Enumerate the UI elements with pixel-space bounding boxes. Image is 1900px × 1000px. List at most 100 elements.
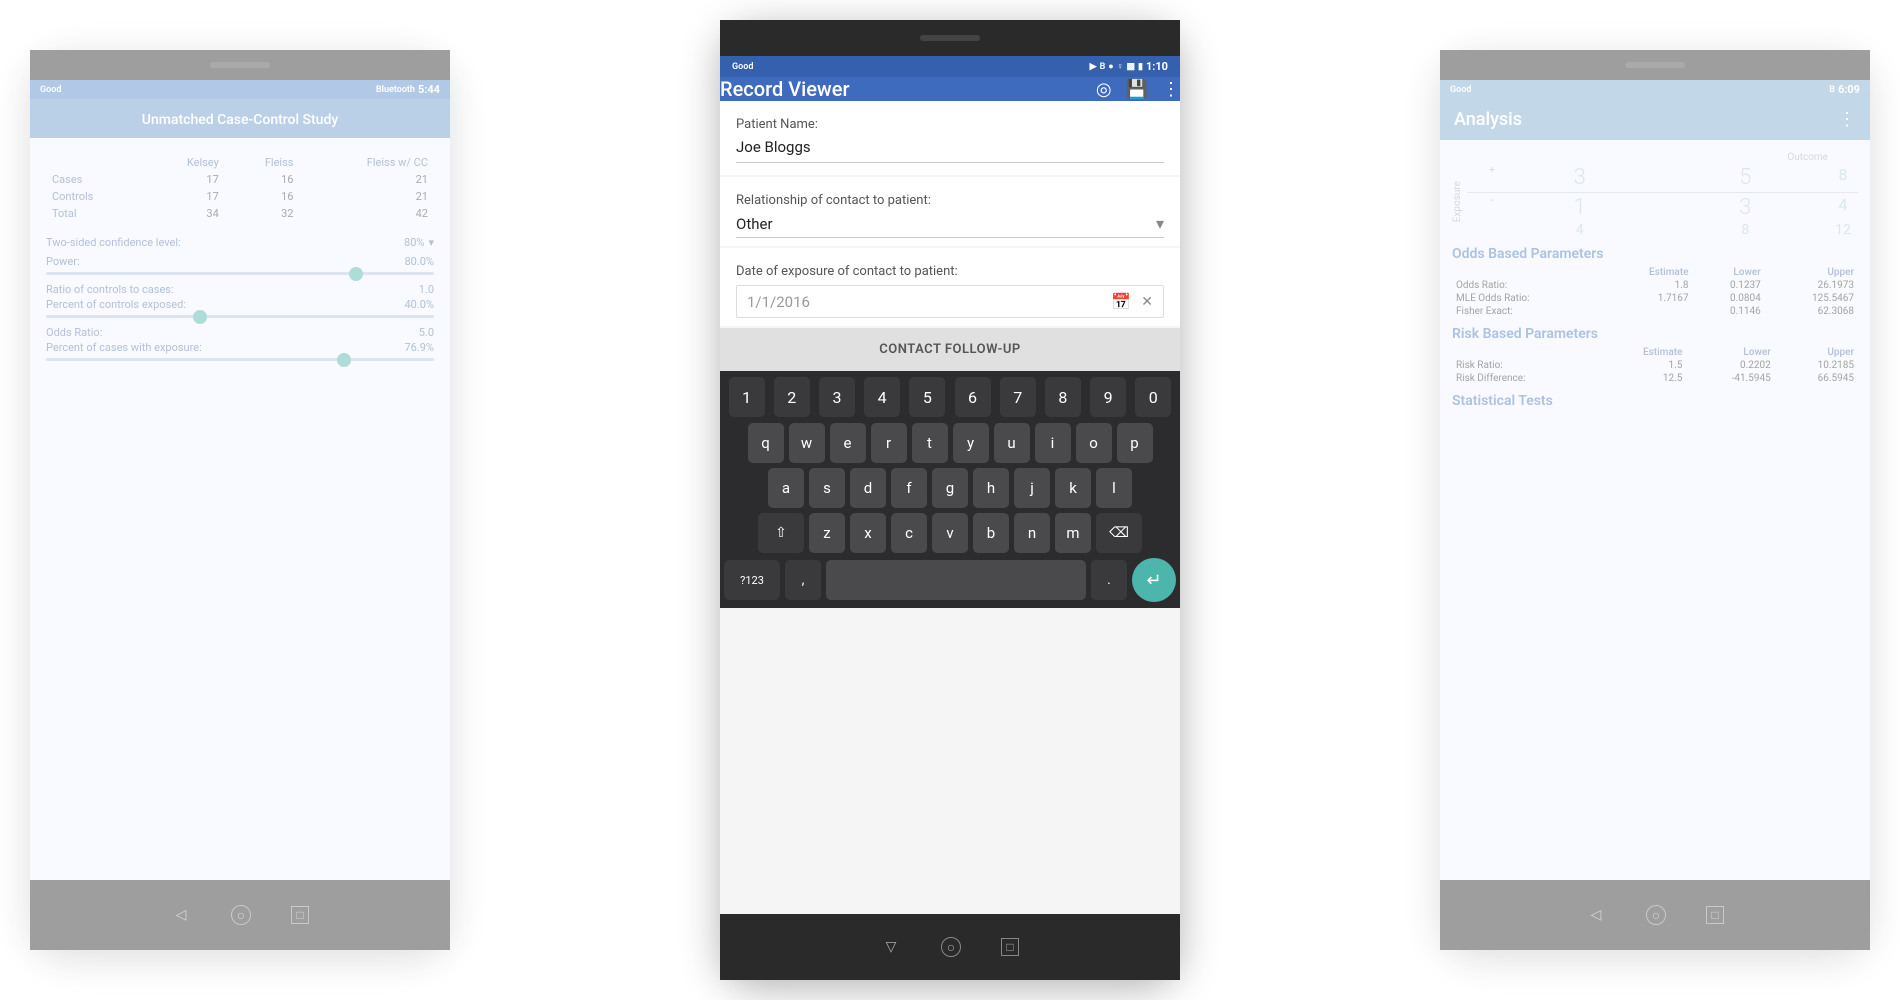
- center-phone-screen: Good ▶ B ● ♀ ▩ ▮ 1:10 Record Viewer: [720, 56, 1180, 914]
- kb-d[interactable]: d: [850, 468, 886, 508]
- ct-h-divider: [1467, 192, 1858, 193]
- percent-controls-thumb[interactable]: [193, 310, 207, 324]
- left-content: Kelsey Fleiss Fleiss w/ CC Cases 17 16 2…: [30, 138, 450, 880]
- kb-l[interactable]: l: [1096, 468, 1132, 508]
- kb-m[interactable]: m: [1055, 513, 1091, 553]
- delete-key[interactable]: ⌫: [1096, 513, 1142, 553]
- kb-f[interactable]: f: [891, 468, 927, 508]
- kb-w[interactable]: w: [789, 423, 825, 463]
- left-phone: Good Bluetooth 5:44 Unmatched Case-Contr…: [30, 50, 450, 950]
- kb-key-6[interactable]: 6: [955, 377, 991, 417]
- odds-lower-header: Lower: [1693, 266, 1765, 279]
- right-back-button[interactable]: ◁: [1586, 905, 1606, 925]
- percent-cases-thumb[interactable]: [337, 353, 351, 367]
- date-input-row[interactable]: 1/1/2016 📅 ✕: [736, 285, 1164, 318]
- kb-key-5[interactable]: 5: [909, 377, 945, 417]
- kb-u[interactable]: u: [994, 423, 1030, 463]
- shift-key[interactable]: ⇧: [758, 513, 804, 553]
- recents-button[interactable]: □: [291, 906, 309, 924]
- kb-s[interactable]: s: [809, 468, 845, 508]
- more-icon[interactable]: ⋮: [1162, 79, 1180, 100]
- kb-b[interactable]: b: [973, 513, 1009, 553]
- relationship-select[interactable]: Other ▾: [736, 214, 1164, 238]
- right-status-app: Good: [1450, 85, 1471, 95]
- center-phone-speaker: [920, 35, 980, 41]
- chevron-down-icon[interactable]: ▾: [428, 236, 434, 249]
- kb-h[interactable]: h: [973, 468, 1009, 508]
- mle-lower: 0.0804: [1693, 292, 1765, 305]
- kb-key-1[interactable]: 1: [729, 377, 765, 417]
- risk-estimate-header: Estimate: [1597, 346, 1686, 359]
- row-controls-k: 17: [144, 188, 225, 205]
- kb-g[interactable]: g: [932, 468, 968, 508]
- date-icons: 📅 ✕: [1111, 292, 1153, 311]
- col-fleiss: Fleiss: [225, 154, 300, 171]
- right-more-icon[interactable]: ⋮: [1838, 109, 1856, 130]
- kb-i[interactable]: i: [1035, 423, 1071, 463]
- center-phone-bottom: ▽ ○ □: [720, 914, 1180, 980]
- home-button[interactable]: ○: [231, 905, 251, 925]
- odds-table: Estimate Lower Upper Odds Ratio: 1.8 0.1…: [1452, 266, 1858, 318]
- center-recents-button[interactable]: □: [1001, 938, 1019, 956]
- kb-key-7[interactable]: 7: [1000, 377, 1036, 417]
- risk-ratio-upper: 10.2185: [1775, 359, 1858, 372]
- kb-z[interactable]: z: [809, 513, 845, 553]
- center-home-button[interactable]: ○: [941, 937, 961, 957]
- kb-bottom-row: ?123 , . ↵: [724, 558, 1176, 602]
- percent-cases-slider[interactable]: [46, 358, 434, 361]
- symbols-key[interactable]: ?123: [724, 560, 780, 600]
- kb-c[interactable]: c: [891, 513, 927, 553]
- enter-key[interactable]: ↵: [1132, 558, 1176, 602]
- kb-key-0[interactable]: 0: [1135, 377, 1171, 417]
- back-button[interactable]: ◁: [171, 905, 191, 925]
- kb-a[interactable]: a: [768, 468, 804, 508]
- right-phone-notch: [1440, 50, 1870, 80]
- space-key[interactable]: [826, 560, 1086, 600]
- center-back-button[interactable]: ▽: [881, 937, 901, 957]
- percent-controls-slider[interactable]: [46, 315, 434, 318]
- kb-x[interactable]: x: [850, 513, 886, 553]
- kb-k[interactable]: k: [1055, 468, 1091, 508]
- risk-section-title: Risk Based Parameters: [1452, 326, 1858, 342]
- contact-followup-button[interactable]: CONTACT FOLLOW-UP: [720, 328, 1180, 371]
- kb-e[interactable]: e: [830, 423, 866, 463]
- ct-minus-header: -: [1467, 195, 1497, 220]
- kb-key-2[interactable]: 2: [774, 377, 810, 417]
- kb-y[interactable]: y: [953, 423, 989, 463]
- relationship-section: Relationship of contact to patient: Othe…: [720, 177, 1180, 246]
- confidence-label: Two-sided confidence level:: [46, 236, 181, 249]
- kb-key-8[interactable]: 8: [1045, 377, 1081, 417]
- row-total-f: 32: [225, 205, 300, 222]
- target-icon[interactable]: ◎: [1096, 79, 1112, 100]
- period-key[interactable]: .: [1091, 560, 1127, 600]
- confidence-row: Two-sided confidence level: 80% ▾: [46, 236, 434, 249]
- kb-n[interactable]: n: [1014, 513, 1050, 553]
- fisher-upper: 62.3068: [1765, 305, 1858, 318]
- clear-date-icon[interactable]: ✕: [1141, 294, 1153, 310]
- right-recents-button[interactable]: □: [1706, 906, 1724, 924]
- power-slider[interactable]: [46, 272, 434, 275]
- kb-t[interactable]: t: [912, 423, 948, 463]
- kb-r[interactable]: r: [871, 423, 907, 463]
- kb-key-4[interactable]: 4: [864, 377, 900, 417]
- save-icon[interactable]: 💾: [1126, 79, 1148, 100]
- kb-v[interactable]: v: [932, 513, 968, 553]
- kb-key-3[interactable]: 3: [819, 377, 855, 417]
- power-thumb[interactable]: [349, 267, 363, 281]
- comma-key[interactable]: ,: [785, 560, 821, 600]
- center-bluetooth-icon: B: [1100, 62, 1106, 72]
- ratio-row: Ratio of controls to cases: 1.0: [46, 283, 434, 296]
- calendar-icon[interactable]: 📅: [1111, 292, 1131, 311]
- center-status-bar: Good ▶ B ● ♀ ▩ ▮ 1:10: [720, 56, 1180, 77]
- right-home-button[interactable]: ○: [1646, 905, 1666, 925]
- kb-key-9[interactable]: 9: [1090, 377, 1126, 417]
- kb-p[interactable]: p: [1117, 423, 1153, 463]
- patient-name-value[interactable]: Joe Bloggs: [736, 138, 1164, 163]
- kb-j[interactable]: j: [1014, 468, 1050, 508]
- odds-label: Odds Ratio:: [46, 326, 102, 339]
- row-controls-f: 16: [225, 188, 300, 205]
- kb-o[interactable]: o: [1076, 423, 1112, 463]
- contingency-table-section: Outcome Exposure + 3 5 8: [1452, 152, 1858, 238]
- risk-diff-est: 12.5: [1597, 372, 1686, 385]
- kb-q[interactable]: q: [748, 423, 784, 463]
